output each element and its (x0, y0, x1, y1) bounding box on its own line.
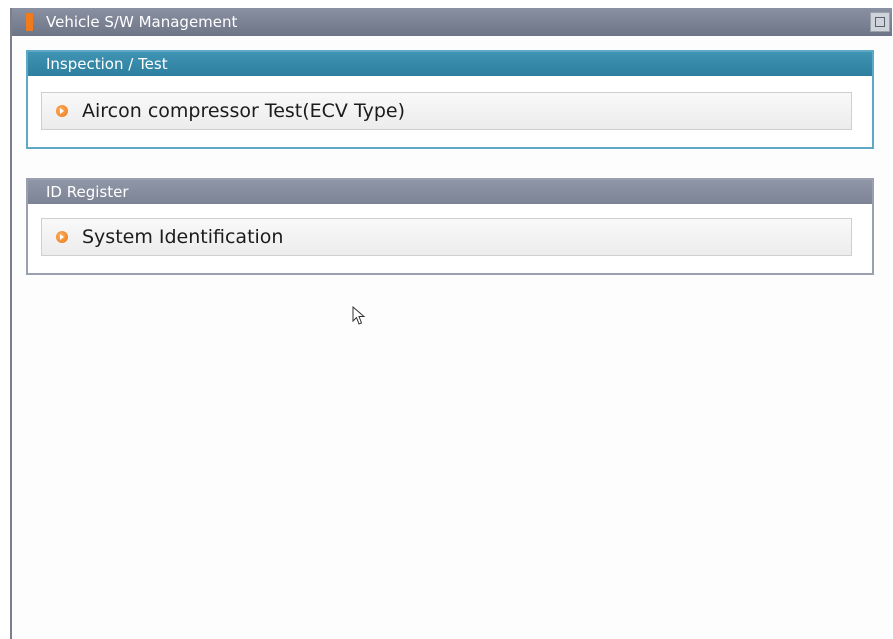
title-marker-icon (26, 13, 33, 31)
vehicle-sw-management-window: Vehicle S/W Management Inspection / Test… (10, 8, 892, 639)
menu-item-system-identification[interactable]: System Identification (41, 218, 852, 256)
menu-item-label: System Identification (82, 226, 284, 248)
window-title: Vehicle S/W Management (46, 13, 238, 31)
menu-item-label: Aircon compressor Test(ECV Type) (82, 100, 406, 122)
menu-item-aircon-compressor-test[interactable]: Aircon compressor Test(ECV Type) (41, 92, 852, 130)
inspection-test-group: Inspection / Test Aircon compressor Test… (26, 50, 874, 149)
orange-arrow-bullet-icon (56, 231, 68, 243)
mouse-pointer-icon (352, 306, 366, 325)
title-bar: Vehicle S/W Management (12, 8, 892, 36)
inspection-test-header: Inspection / Test (28, 52, 872, 76)
id-register-group: ID Register System Identification (26, 178, 874, 275)
window-maximize-button[interactable] (870, 12, 890, 32)
id-register-header: ID Register (28, 180, 872, 204)
orange-arrow-bullet-icon (56, 105, 68, 117)
